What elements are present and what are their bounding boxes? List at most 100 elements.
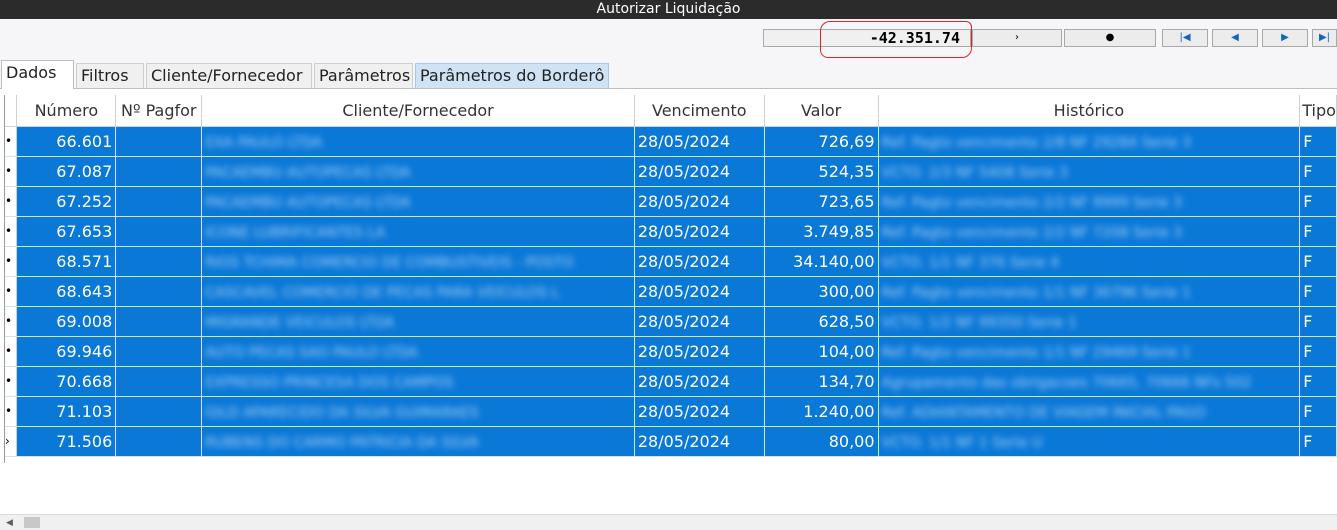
cell-pagfor[interactable]	[115, 126, 203, 157]
cell-valor[interactable]: 3.749,85	[764, 216, 879, 247]
cell-historico[interactable]: VCTO. 1/1 NF 376 Serie 4	[878, 246, 1301, 277]
cell-tipo[interactable]: F	[1299, 126, 1337, 157]
cell-valor[interactable]: 628,50	[764, 306, 879, 337]
cell-valor[interactable]: 300,00	[764, 276, 879, 307]
cell-vencimento[interactable]: 28/05/2024	[634, 216, 765, 247]
cell-tipo[interactable]: F	[1299, 186, 1337, 217]
cell-numero[interactable]: 66.601	[16, 126, 117, 157]
cell-valor[interactable]: 726,69	[764, 126, 879, 157]
cell-numero[interactable]: 71.506	[16, 426, 117, 457]
cell-pagfor[interactable]	[115, 426, 203, 457]
cell-valor[interactable]: 34.140,00	[764, 246, 879, 277]
cell-numero[interactable]: 69.946	[16, 336, 117, 367]
cell-pagfor[interactable]	[115, 336, 203, 367]
table-row[interactable]: • 70.668 EXPRESSO PRINCESA DOS CAMPOS 28/05…	[5, 366, 1337, 397]
cell-vencimento[interactable]: 28/05/2024	[634, 276, 765, 307]
column-header-tipo[interactable]: Tipo	[1299, 95, 1337, 127]
column-header-vencimento[interactable]: Vencimento	[634, 95, 765, 127]
nav-next-record-button[interactable]: ›	[972, 29, 1062, 47]
horizontal-scrollbar[interactable]: ◀	[0, 514, 1337, 530]
cell-vencimento[interactable]: 28/05/2024	[634, 186, 765, 217]
cell-cliente[interactable]: RIOS TCHIMA COMERCIO DE COMBUSTIVEIS - P…	[201, 246, 635, 277]
cell-vencimento[interactable]: 28/05/2024	[634, 306, 765, 337]
column-header-pagfor[interactable]: Nº Pagfor	[115, 95, 203, 127]
cell-tipo[interactable]: F	[1299, 336, 1337, 367]
cell-pagfor[interactable]	[115, 366, 203, 397]
table-row[interactable]: • 69.008 MIGRANDE VEICULOS LTDA 28/05/2024 6…	[5, 306, 1337, 337]
cell-cliente[interactable]: GILD APARECIDO DA SILVA GUIMARAES	[201, 396, 635, 427]
cell-tipo[interactable]: F	[1299, 156, 1337, 187]
cell-historico[interactable]: Ref. Pagto vencimento 2/8 NF 29284 Serie…	[878, 126, 1301, 157]
nav-forward-button[interactable]: ▶	[1262, 29, 1308, 47]
cell-cliente[interactable]: PACAEMBU AUTOPECAS LTDA	[201, 186, 635, 217]
cell-cliente[interactable]: CASCAVEL COMERCIO DE PECAS PARA VEICULOS…	[201, 276, 635, 307]
cell-tipo[interactable]: F	[1299, 276, 1337, 307]
cell-historico[interactable]: Ref. Pagto vencimento 1/1 NF 29469 Serie…	[878, 336, 1301, 367]
cell-numero[interactable]: 69.008	[16, 306, 117, 337]
table-row[interactable]: • 68.643 CASCAVEL COMERCIO DE PECAS PARA V…	[5, 276, 1337, 307]
cell-numero[interactable]: 70.668	[16, 366, 117, 397]
scroll-left-icon[interactable]: ◀	[6, 518, 13, 528]
cell-valor[interactable]: 1.240,00	[764, 396, 879, 427]
table-row[interactable]: • 71.103 GILD APARECIDO DA SILVA GUIMARAES…	[5, 396, 1337, 427]
nav-previous-button[interactable]: ◀	[1212, 29, 1258, 47]
tab-cliente-fornecedor[interactable]: Cliente/Fornecedor	[146, 63, 312, 88]
cell-historico[interactable]: VCTO. 1/2 NF 99350 Serie 1	[878, 306, 1301, 337]
column-header-valor[interactable]: Valor	[764, 95, 879, 127]
cell-tipo[interactable]: F	[1299, 366, 1337, 397]
cell-valor[interactable]: 524,35	[764, 156, 879, 187]
cell-numero[interactable]: 68.571	[16, 246, 117, 277]
table-row[interactable]: • 67.087 PACAEMBU AUTOPECAS LTDA 28/05/2024…	[5, 156, 1337, 187]
cell-vencimento[interactable]: 28/05/2024	[634, 246, 765, 277]
cell-tipo[interactable]: F	[1299, 246, 1337, 277]
cell-numero[interactable]: 67.653	[16, 216, 117, 247]
cell-pagfor[interactable]	[115, 246, 203, 277]
cell-numero[interactable]: 67.252	[16, 186, 117, 217]
cell-historico[interactable]: Ref. Pagto vencimento 1/1 NF 36796 Serie…	[878, 276, 1301, 307]
cell-cliente[interactable]: EXPRESSO PRINCESA DOS CAMPOS	[201, 366, 635, 397]
cell-historico[interactable]: VCTO. 1/1 NF 1 Serie U	[878, 426, 1301, 457]
scrollbar-thumb[interactable]	[24, 517, 40, 528]
nav-first-button[interactable]: |◀	[1162, 29, 1208, 47]
tab-parametros-bordero[interactable]: Parâmetros do Borderô	[415, 63, 609, 88]
cell-tipo[interactable]: F	[1299, 216, 1337, 247]
column-header-numero[interactable]: Número	[16, 95, 117, 127]
cell-cliente[interactable]: AUTO PECAS SAO PAULO LTDA	[201, 336, 635, 367]
tab-filtros[interactable]: Filtros	[76, 63, 144, 88]
cell-valor[interactable]: 723,65	[764, 186, 879, 217]
cell-historico[interactable]: Ref. ADIANTAMENTO DE VIAGEM INICIAL PAGO	[878, 396, 1301, 427]
table-row[interactable]: › 71.506 RUBENS DO CARMO PATRICIA DA SILVA…	[5, 426, 1337, 457]
cell-vencimento[interactable]: 28/05/2024	[634, 366, 765, 397]
cell-tipo[interactable]: F	[1299, 396, 1337, 427]
tab-dados[interactable]: Dados	[1, 60, 74, 89]
cell-pagfor[interactable]	[115, 276, 203, 307]
tab-parametros[interactable]: Parâmetros	[314, 63, 413, 88]
cell-vencimento[interactable]: 28/05/2024	[634, 126, 765, 157]
table-row[interactable]: • 67.653 ICONE LUBRIFICANTES LA 28/05/2024 3…	[5, 216, 1337, 247]
table-row[interactable]: • 68.571 RIOS TCHIMA COMERCIO DE COMBUSTIV…	[5, 246, 1337, 277]
cell-cliente[interactable]: MIGRANDE VEICULOS LTDA	[201, 306, 635, 337]
cell-pagfor[interactable]	[115, 306, 203, 337]
data-grid[interactable]: Número Nº Pagfor Cliente/Fornecedor Venc…	[0, 88, 1337, 514]
cell-vencimento[interactable]: 28/05/2024	[634, 156, 765, 187]
cell-historico[interactable]: Agrupamento das obrigacoes 70665, 70666 …	[878, 366, 1301, 397]
cell-historico[interactable]: Ref. Pagto vencimento 2/2 NF 7208 Serie …	[878, 216, 1301, 247]
table-row[interactable]: • 67.252 PACAEMBU AUTOPECAS LTDA 28/05/2024…	[5, 186, 1337, 217]
cell-pagfor[interactable]	[115, 396, 203, 427]
cell-tipo[interactable]: F	[1299, 306, 1337, 337]
cell-pagfor[interactable]	[115, 216, 203, 247]
cell-cliente[interactable]: ICONE LUBRIFICANTES LA	[201, 216, 635, 247]
cell-historico[interactable]: VCTO. 2/3 NF 5408 Serie 3	[878, 156, 1301, 187]
nav-last-button[interactable]: ▶|	[1312, 29, 1337, 47]
cell-cliente[interactable]: EXA PAULO LTDA	[201, 126, 635, 157]
cell-cliente[interactable]: RUBENS DO CARMO PATRICIA DA SILVA	[201, 426, 635, 457]
cell-vencimento[interactable]: 28/05/2024	[634, 336, 765, 367]
cell-tipo[interactable]: F	[1299, 426, 1337, 457]
cell-pagfor[interactable]	[115, 186, 203, 217]
table-row[interactable]: • 66.601 EXA PAULO LTDA 28/05/2024 726,69 Ref…	[5, 126, 1337, 157]
column-header-cliente[interactable]: Cliente/Fornecedor	[201, 95, 635, 127]
cell-numero[interactable]: 71.103	[16, 396, 117, 427]
cell-numero[interactable]: 67.087	[16, 156, 117, 187]
cell-numero[interactable]: 68.643	[16, 276, 117, 307]
cell-vencimento[interactable]: 28/05/2024	[634, 426, 765, 457]
